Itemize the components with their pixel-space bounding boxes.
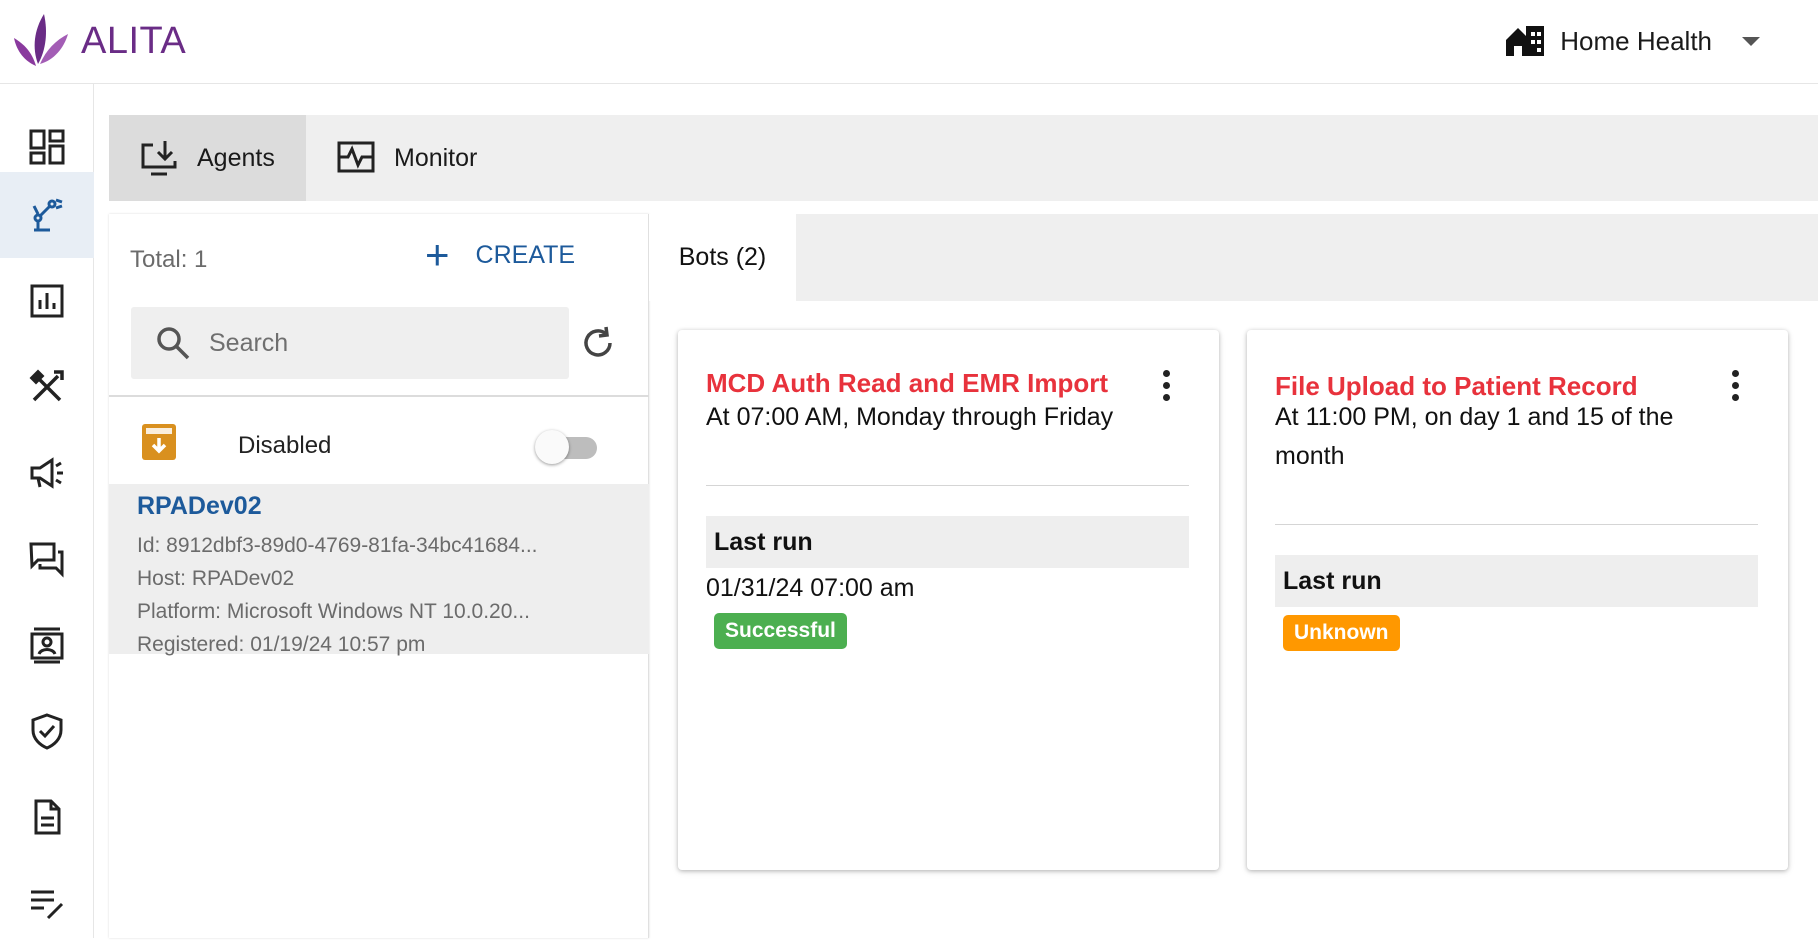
last-run-date: 01/31/24 07:00 am — [706, 574, 915, 602]
bot-card[interactable]: File Upload to Patient Record At 11:00 P… — [1247, 330, 1788, 870]
sidebar-item-documents[interactable] — [0, 774, 94, 860]
contact-card-icon — [30, 627, 64, 664]
card-divider — [706, 485, 1189, 486]
bot-schedule: At 07:00 AM, Monday through Friday — [706, 403, 1114, 431]
agent-list-item[interactable]: RPADev02 Id: 8912dbf3-89d0-4769-81fa-34b… — [109, 484, 649, 656]
dashboard-icon — [29, 129, 65, 165]
tab-monitor[interactable]: Monitor — [336, 115, 477, 201]
search-input[interactable] — [209, 328, 549, 358]
tab-agents-label: Agents — [197, 143, 275, 172]
sidebar-item-contacts[interactable] — [0, 602, 94, 688]
agent-host: Host: RPADev02 — [137, 567, 295, 590]
edit-list-icon — [31, 890, 64, 920]
tab-bots[interactable]: Bots (2) — [649, 214, 796, 301]
agent-platform: Platform: Microsoft Windows NT 10.0.20..… — [137, 600, 530, 623]
toggle-thumb — [535, 430, 569, 464]
more-vert-icon[interactable] — [1730, 370, 1740, 404]
last-run-header: Last run — [706, 516, 1189, 568]
organization-selector[interactable]: Home Health — [1504, 20, 1760, 62]
sidebar-item-reports[interactable] — [0, 258, 94, 344]
top-app-bar: ALITA Home Health — [0, 0, 1818, 84]
tab-agents[interactable]: Agents — [109, 115, 306, 201]
organization-name: Home Health — [1560, 25, 1712, 56]
agent-search-box — [131, 307, 569, 379]
card-divider — [1275, 524, 1758, 525]
agent-name: RPADev02 — [137, 492, 262, 520]
bot-title: MCD Auth Read and EMR Import — [706, 368, 1109, 398]
download-monitor-icon — [141, 141, 177, 176]
status-badge: Successful — [714, 613, 847, 649]
organization-building-icon — [1506, 26, 1545, 56]
chat-icon — [29, 542, 64, 578]
sidebar-item-notes[interactable] — [0, 860, 94, 946]
sidebar-nav — [0, 84, 94, 938]
sidebar-item-security[interactable] — [0, 688, 94, 774]
brand-name: ALITA — [81, 20, 187, 62]
tools-icon — [29, 369, 64, 402]
create-agent-label: CREATE — [475, 240, 576, 269]
plus-icon: + — [425, 231, 450, 278]
refresh-icon[interactable] — [579, 324, 617, 362]
agent-id: Id: 8912dbf3-89d0-4769-81fa-34bc41684... — [137, 534, 538, 557]
bot-card[interactable]: MCD Auth Read and EMR Import At 07:00 AM… — [678, 330, 1219, 870]
archive-icon — [142, 424, 176, 460]
megaphone-icon — [30, 457, 63, 489]
agent-registered: Registered: 01/19/24 10:57 pm — [137, 633, 426, 656]
sidebar-item-announcements[interactable] — [0, 430, 94, 516]
bar-chart-icon — [30, 284, 64, 318]
section-tabs: Agents Monitor — [109, 115, 1818, 201]
agents-total-count: Total: 1 — [130, 246, 208, 273]
bot-schedule: At 11:00 PM, on day 1 and 15 of the mont… — [1275, 403, 1674, 470]
status-badge: Unknown — [1283, 615, 1400, 651]
disabled-toggle[interactable] — [535, 430, 599, 464]
agents-panel: Total: 1 + CREATE Disabled RPADev02 Id: … — [109, 214, 649, 938]
create-agent-button[interactable]: + CREATE — [425, 231, 576, 278]
bots-tabs: Bots (2) — [649, 214, 1818, 301]
monitor-pulse-icon — [337, 141, 375, 173]
chevron-down-icon — [1742, 36, 1760, 46]
disabled-filter-label: Disabled — [238, 432, 332, 459]
shield-check-icon — [31, 713, 63, 750]
sidebar-item-agents[interactable] — [0, 172, 94, 258]
alita-logo-icon — [14, 14, 68, 66]
robot-arm-icon — [32, 198, 63, 232]
panel-divider — [109, 395, 649, 397]
sidebar-item-messages[interactable] — [0, 516, 94, 602]
last-run-header: Last run — [1275, 555, 1758, 607]
sidebar-item-tools[interactable] — [0, 344, 94, 430]
search-icon — [157, 327, 190, 360]
tab-monitor-label: Monitor — [394, 143, 478, 172]
document-icon — [34, 799, 61, 835]
